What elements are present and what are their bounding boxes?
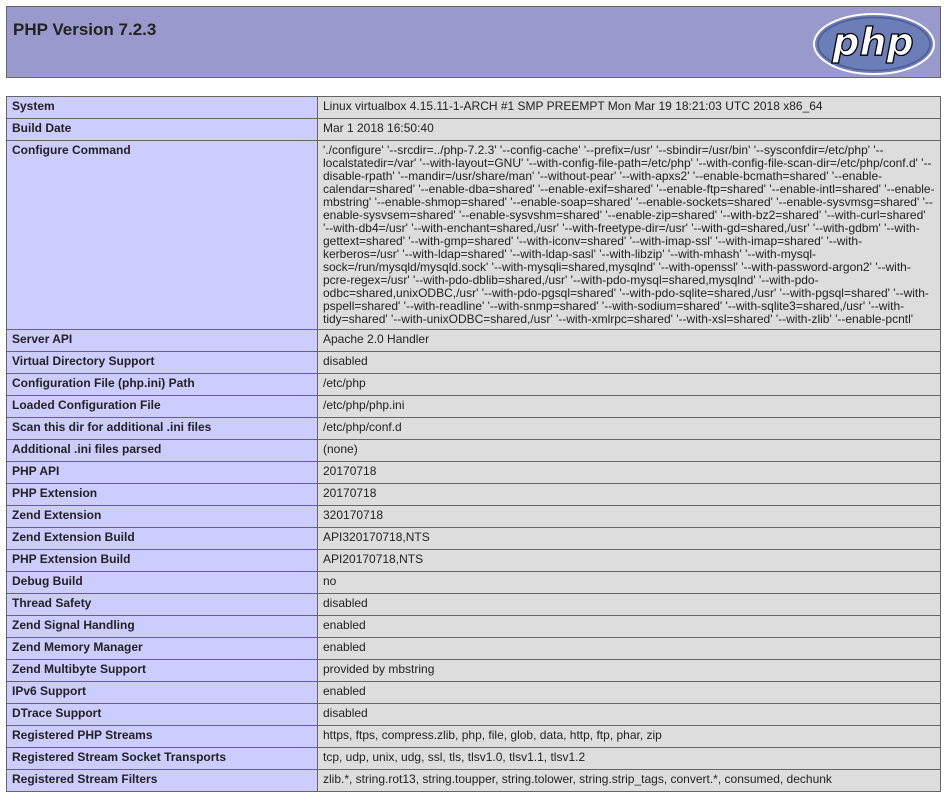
row-label: DTrace Support [6,703,318,726]
row-value: provided by mbstring [317,659,941,682]
row-value: no [317,571,941,594]
row-value: enabled [317,615,941,638]
row-label: Zend Memory Manager [6,637,318,660]
row-label: Configure Command [6,140,318,330]
table-row: Zend Extension 320170718 [6,505,941,528]
table-row: Additional .ini files parsed (none) [6,439,941,462]
row-value: https, ftps, compress.zlib, php, file, g… [317,725,941,748]
row-value: API320170718,NTS [317,527,941,550]
phpinfo-page: PHP Version 7.2.3 php System Linux virtua… [0,0,948,801]
row-value: enabled [317,637,941,660]
row-label: IPv6 Support [6,681,318,704]
row-value: enabled [317,681,941,704]
row-label: PHP Extension Build [6,549,318,572]
table-row: Zend Multibyte Support provided by mbstri… [6,659,941,682]
row-label: Zend Extension Build [6,527,318,550]
row-value: tcp, udp, unix, udg, ssl, tls, tlsv1.0, … [317,747,941,770]
row-value: (none) [317,439,941,462]
row-value: /etc/php/conf.d [317,417,941,440]
row-label: Registered PHP Streams [6,725,318,748]
table-row: Configuration File (php.ini) Path/etc/ph… [6,373,941,396]
table-row: Zend Signal Handling enabled [6,615,941,638]
table-row: Registered Stream Filters zlib.*, string.… [6,769,941,792]
table-row: Registered PHP Streams https, ftps, compr… [6,725,941,748]
row-label: Registered Stream Socket Transports [6,747,318,770]
row-value: disabled [317,703,941,726]
row-label: Thread Safety [6,593,318,616]
page-title: PHP Version 7.2.3 [13,20,157,39]
php-logo-text: php [831,20,913,64]
row-label: PHP API [6,461,318,484]
row-value: Linux virtualbox 4.15.11-1-ARCH #1 SMP P… [317,96,941,119]
header-banner: PHP Version 7.2.3 php [6,6,941,78]
row-label: System [6,96,318,119]
row-label: Zend Extension [6,505,318,528]
table-row: Server API Apache 2.0 Handler [6,329,941,352]
table-row: Virtual Directory Support disabled [6,351,941,374]
row-label: Loaded Configuration File [6,395,318,418]
table-row: Zend Memory Manager enabled [6,637,941,660]
row-value: Apache 2.0 Handler [317,329,941,352]
table-row: Build Date Mar 1 2018 16:50:40 [6,118,941,141]
table-row: Debug Build no [6,571,941,594]
row-value: API20170718,NTS [317,549,941,572]
php-logo[interactable]: php [812,12,936,76]
table-row: PHP API 20170718 [6,461,941,484]
table-row: PHP Extension 20170718 [6,483,941,506]
row-value: Mar 1 2018 16:50:40 [317,118,941,141]
row-label: Registered Stream Filters [6,769,318,792]
row-value: zlib.*, string.rot13, string.toupper, st… [317,769,941,792]
row-label: Zend Multibyte Support [6,659,318,682]
row-value: disabled [317,351,941,374]
table-row: DTrace Support disabled [6,703,941,726]
table-row: Zend Extension Build API320170718,NTS [6,527,941,550]
table-row: IPv6 Support enabled [6,681,941,704]
row-value: disabled [317,593,941,616]
table-row: Configure Command './configure' '--srcdir… [6,140,941,330]
table-row: System Linux virtualbox 4.15.11-1-ARCH #1… [6,96,941,119]
row-label: Server API [6,329,318,352]
row-label: Zend Signal Handling [6,615,318,638]
row-label: Configuration File (php.ini) Path [6,373,318,396]
row-value: /etc/php/php.ini [317,395,941,418]
row-label: Additional .ini files parsed [6,439,318,462]
table-row: Registered Stream Socket Transports tcp, … [6,747,941,770]
row-value: /etc/php [317,373,941,396]
row-value: 320170718 [317,505,941,528]
row-value: 20170718 [317,461,941,484]
table-row: Loaded Configuration File/etc/php/php.in… [6,395,941,418]
row-label: Build Date [6,118,318,141]
row-label: Debug Build [6,571,318,594]
row-label: Scan this dir for additional .ini files [6,417,318,440]
row-label: Virtual Directory Support [6,351,318,374]
table-row: Thread Safety disabled [6,593,941,616]
table-row: Scan this dir for additional .ini files /… [6,417,941,440]
row-value: 20170718 [317,483,941,506]
table-row: PHP Extension Build API20170718,NTS [6,549,941,572]
row-label: PHP Extension [6,483,318,506]
row-value: './configure' '--srcdir=../php-7.2.3' '-… [317,140,941,330]
info-table: System Linux virtualbox 4.15.11-1-ARCH #1… [6,96,941,792]
